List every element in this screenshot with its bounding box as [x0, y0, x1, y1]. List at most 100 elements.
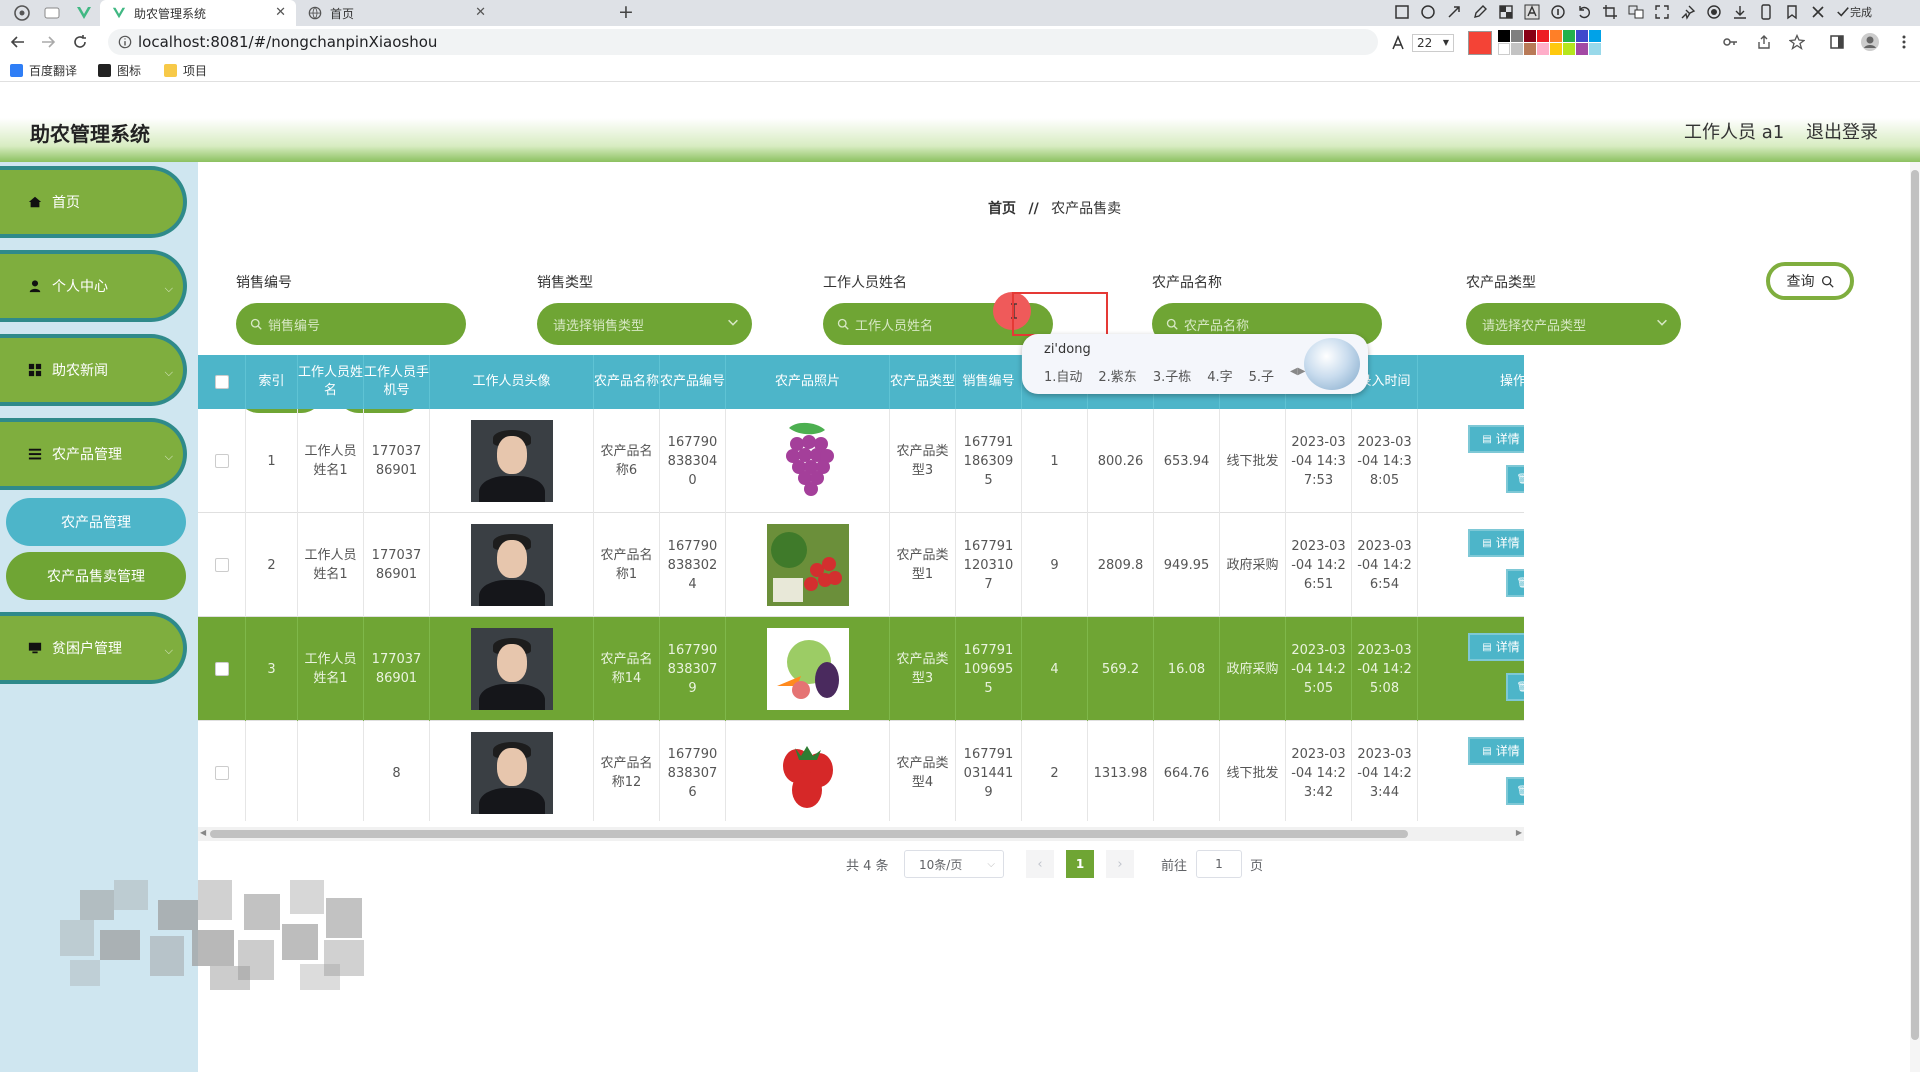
tab-strip-icon[interactable] [44, 5, 60, 21]
url-bar[interactable]: localhost:8081/#/nongchanpinXiaoshou [108, 29, 1378, 55]
ime-candidate[interactable]: 1.自动 [1044, 366, 1082, 385]
detail-button[interactable]: ▤ 详情 [1468, 529, 1524, 557]
bookmark-item[interactable]: 项目 [164, 62, 207, 79]
text-tool-icon[interactable] [1524, 4, 1540, 20]
ime-page-arrows-icon[interactable]: ◀▶ [1290, 366, 1305, 385]
tab-home[interactable]: 首页 ✕ [300, 0, 496, 26]
selected-color-swatch[interactable] [1468, 30, 1492, 55]
row-checkbox[interactable] [214, 662, 229, 676]
logout-link[interactable]: 退出登录 [1806, 118, 1878, 144]
browser-menu-icon[interactable] [14, 5, 30, 21]
table-row[interactable]: 2 工作人员姓名1 17703786901 农产品名称1 1677908383024 农产… [198, 513, 1524, 617]
translate-icon[interactable] [1628, 4, 1644, 20]
font-icon[interactable] [1390, 34, 1406, 51]
page-size-select[interactable]: 10条/页 ⌵ [904, 850, 1004, 878]
download-icon[interactable] [1732, 4, 1748, 20]
reload-icon[interactable] [72, 34, 88, 50]
kebab-menu-icon[interactable] [1896, 34, 1912, 50]
ellipse-tool-icon[interactable] [1420, 4, 1436, 20]
select-all-checkbox[interactable] [214, 375, 229, 389]
font-size-select[interactable]: 22 ▼ [1412, 33, 1454, 52]
tab-close-icon[interactable]: ✕ [275, 5, 286, 20]
arrow-tool-icon[interactable] [1446, 4, 1462, 20]
column-header[interactable] [198, 355, 246, 409]
key-icon[interactable] [1722, 34, 1738, 50]
detail-button[interactable]: ▤ 详情 [1468, 633, 1524, 661]
table-row[interactable]: 8 农产品名称12 1677908383076 农产品类型4 1677910314419… [198, 721, 1524, 821]
scroll-right-icon[interactable]: ▶ [1516, 828, 1522, 837]
ime-candidate[interactable]: 5.子 [1249, 366, 1274, 385]
scroll-left-icon[interactable]: ◀ [200, 828, 206, 837]
breadcrumb-home[interactable]: 首页 [988, 201, 1016, 217]
side-panel-icon[interactable] [1829, 34, 1845, 50]
cell-index: 3 [267, 661, 276, 677]
pen-tool-icon[interactable] [1472, 4, 1488, 20]
ime-candidate[interactable]: 4.字 [1207, 366, 1232, 385]
table-cell [726, 721, 890, 821]
prev-page-button[interactable]: ‹ [1026, 850, 1054, 878]
profile-icon[interactable] [1860, 32, 1880, 52]
row-checkbox[interactable] [214, 766, 229, 780]
number-tool-icon[interactable] [1550, 4, 1566, 20]
record-icon[interactable] [1706, 4, 1722, 20]
sale-no-input[interactable]: 销售编号 [236, 303, 466, 345]
sale-type-select[interactable]: 请选择销售类型 [537, 303, 752, 345]
pin-icon[interactable] [1680, 4, 1696, 20]
forward-icon[interactable] [40, 34, 56, 50]
query-button[interactable]: 查询 [1766, 262, 1854, 300]
scrollbar-thumb[interactable] [1911, 170, 1919, 1040]
table-cell [430, 721, 594, 821]
expand-icon[interactable] [1654, 4, 1670, 20]
next-page-button[interactable]: › [1106, 850, 1134, 878]
row-delete-button[interactable]: 🗑删 [1506, 777, 1524, 805]
back-icon[interactable] [10, 34, 26, 50]
sidebar-item-profile[interactable]: 个人中心 ⌵ [0, 250, 187, 322]
goto-page-input[interactable]: 1 [1196, 850, 1242, 878]
product-type-label: 农产品类型 [1466, 275, 1536, 291]
cell-price1: 800.26 [1097, 453, 1144, 469]
sidebar-item-poor-households[interactable]: 贫困户管理 ⌵ [0, 612, 187, 684]
horizontal-scrollbar[interactable]: ◀ ▶ [198, 827, 1524, 841]
product-type-select[interactable]: 请选择农产品类型 [1466, 303, 1681, 345]
mosaic-tool-icon[interactable] [1498, 4, 1514, 20]
annotation-style-bar: 22 ▼ [1390, 30, 1601, 55]
ime-candidate[interactable]: 2.紫东 [1098, 366, 1136, 385]
sidebar-item-products[interactable]: 农产品管理 ⌵ [0, 418, 187, 490]
bookmark-item[interactable]: 图标 [98, 62, 141, 79]
page-number-current[interactable]: 1 [1066, 850, 1094, 878]
sidebar-item-home[interactable]: 首页 [0, 166, 187, 238]
row-checkbox[interactable] [214, 454, 229, 468]
sidebar-item-news[interactable]: 助农新闻 ⌵ [0, 334, 187, 406]
vertical-scrollbar[interactable] [1910, 162, 1920, 1072]
rect-tool-icon[interactable] [1394, 4, 1410, 20]
detail-button[interactable]: ▤ 详情 [1468, 425, 1524, 453]
undo-icon[interactable] [1576, 4, 1592, 20]
new-tab-button[interactable]: + [618, 1, 634, 23]
sidebar-subitem-product-manage[interactable]: 农产品管理 [6, 498, 186, 546]
row-delete-button[interactable]: 🗑删 [1506, 465, 1524, 493]
cell-qty: 4 [1050, 661, 1059, 677]
color-palette[interactable] [1498, 30, 1601, 55]
row-delete-button[interactable]: 🗑删 [1506, 569, 1524, 597]
star-icon[interactable] [1789, 34, 1805, 50]
ime-candidate[interactable]: 3.子栋 [1153, 366, 1191, 385]
chevron-down-icon: ⌵ [164, 282, 173, 295]
table-row[interactable]: 1 工作人员姓名1 17703786901 农产品名称6 1677908383040 农产… [198, 409, 1524, 513]
cancel-icon[interactable] [1810, 4, 1826, 20]
bookmark-item[interactable]: 百度翻译 [10, 62, 77, 79]
row-delete-button[interactable]: 🗑删 [1506, 673, 1524, 701]
crop-icon[interactable] [1602, 4, 1618, 20]
scrollbar-thumb[interactable] [210, 830, 1408, 838]
phone-icon[interactable] [1758, 4, 1774, 20]
share-icon[interactable] [1756, 34, 1772, 50]
tab-active[interactable]: 助农管理系统 ✕ [100, 0, 296, 26]
table-row[interactable]: 3 工作人员姓名1 17703786901 农产品名称14 1677908383079 农… [198, 617, 1524, 721]
detail-button[interactable]: ▤ 详情 [1468, 737, 1524, 765]
bookmark-tool-icon[interactable] [1784, 4, 1800, 20]
tab-close-icon[interactable]: ✕ [475, 5, 486, 20]
vue-tab-icon[interactable] [76, 5, 92, 21]
info-icon[interactable] [118, 35, 132, 49]
row-checkbox[interactable] [214, 558, 229, 572]
done-button[interactable]: 完成 [1836, 4, 1872, 20]
sidebar-subitem-product-sale[interactable]: 农产品售卖管理 [6, 552, 186, 600]
